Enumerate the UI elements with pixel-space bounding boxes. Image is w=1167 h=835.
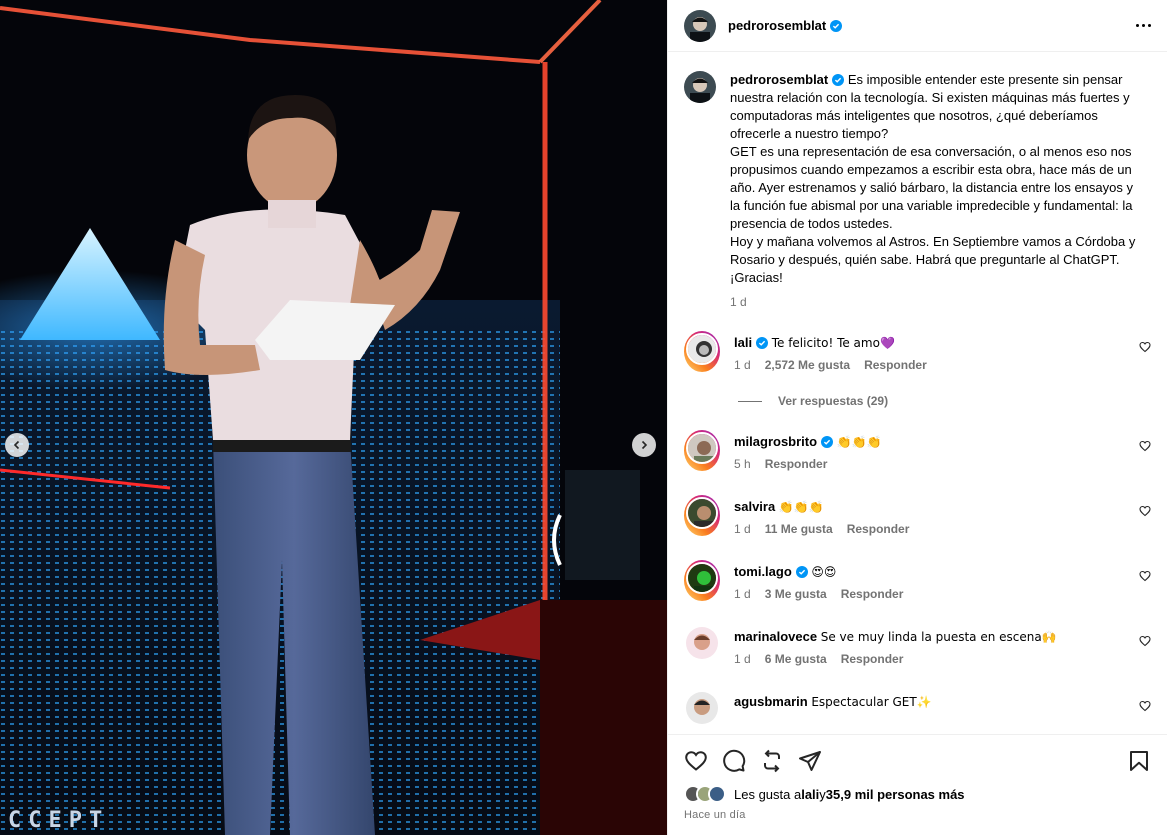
repost-icon[interactable] xyxy=(760,749,784,773)
view-replies-label: Ver respuestas (29) xyxy=(778,394,889,408)
comment-item: agusbmarin Espectacular GET✨ xyxy=(684,690,1151,726)
likes-count[interactable]: 35,9 mil personas más xyxy=(826,787,965,802)
post-actions: Les gusta a lali y 35,9 mil personas más… xyxy=(668,734,1167,821)
verified-badge-icon xyxy=(821,436,834,448)
more-options-icon[interactable] xyxy=(1136,24,1151,27)
share-icon[interactable] xyxy=(798,749,822,773)
reply-button[interactable]: Responder xyxy=(841,652,904,666)
comment-item: milagrosbrito 👏👏👏 5 h Responder xyxy=(684,430,1151,471)
comment-like-heart-icon[interactable] xyxy=(1139,341,1151,353)
likers-avatars xyxy=(684,785,726,803)
reply-button[interactable]: Responder xyxy=(841,587,904,601)
comment-time[interactable]: 1 d xyxy=(734,358,751,372)
verified-badge-icon xyxy=(830,19,843,32)
comment-item: marinalovece Se ve muy linda la puesta e… xyxy=(684,625,1151,666)
bookmark-icon[interactable] xyxy=(1127,749,1151,773)
verified-badge-icon xyxy=(832,74,845,86)
comment-icon[interactable] xyxy=(722,749,746,773)
comment-avatar[interactable] xyxy=(684,430,720,471)
author-avatar[interactable] xyxy=(684,9,716,42)
post-panel: pedrorosemblat pedrorosemblat Es imposib… xyxy=(667,0,1167,835)
heart-icon[interactable] xyxy=(684,749,708,773)
author-username[interactable]: pedrorosemblat xyxy=(728,18,826,33)
comment-time[interactable]: 1 d xyxy=(734,522,751,536)
caption-paragraph: Hoy y mañana volvemos al Astros. En Sept… xyxy=(730,234,1136,267)
comment-like-heart-icon[interactable] xyxy=(1139,700,1151,712)
likes-user[interactable]: lali xyxy=(801,787,819,802)
chevron-left-icon xyxy=(13,440,20,450)
comment-text: 👏👏👏 xyxy=(836,435,882,449)
comment-username[interactable]: agusbmarin xyxy=(734,694,808,709)
next-slide-button[interactable] xyxy=(632,433,656,457)
likes-prefix: Les gusta a xyxy=(734,786,802,802)
posted-time[interactable]: Hace un día xyxy=(684,809,1151,821)
replies-divider xyxy=(738,400,762,402)
comment-text: 😍😍 xyxy=(811,565,837,579)
comment-like-heart-icon[interactable] xyxy=(1139,440,1151,452)
post-photo xyxy=(0,0,667,835)
caption-paragraph: GET es una representación de esa convers… xyxy=(730,144,1133,231)
comment-avatar[interactable] xyxy=(684,331,720,372)
comment-time[interactable]: 1 d xyxy=(734,587,751,601)
comment-username[interactable]: milagrosbrito xyxy=(734,434,817,449)
comment-avatar[interactable] xyxy=(684,495,720,536)
comment-username[interactable]: salvira xyxy=(734,499,775,514)
comment-avatar[interactable] xyxy=(686,627,718,659)
comment-avatar[interactable] xyxy=(686,692,718,724)
previous-slide-button[interactable] xyxy=(5,433,29,457)
comment-text: Espectacular GET✨ xyxy=(811,695,932,709)
verified-badge-icon xyxy=(756,337,769,349)
comment-like-heart-icon[interactable] xyxy=(1139,505,1151,517)
caption-author-avatar[interactable] xyxy=(684,71,716,103)
comment-username[interactable]: lali xyxy=(734,335,752,350)
view-replies-button[interactable]: Ver respuestas (29) xyxy=(738,394,1151,408)
reply-button[interactable]: Responder xyxy=(847,522,910,536)
comment-item: lali Te felicito! Te amo💜 1 d 2,572 Me g… xyxy=(684,331,1151,372)
post-media[interactable]: CCEPT xyxy=(0,0,667,835)
comment-text: 👏👏👏 xyxy=(778,500,824,514)
chevron-right-icon xyxy=(641,440,648,450)
reply-button[interactable]: Responder xyxy=(864,358,927,372)
comment-item: tomi.lago 😍😍 1 d 3 Me gusta Responder xyxy=(684,560,1151,601)
comment-likes[interactable]: 11 Me gusta xyxy=(765,522,833,536)
comments-list[interactable]: pedrorosemblat Es imposible entender est… xyxy=(668,53,1167,734)
caption-username[interactable]: pedrorosemblat xyxy=(730,72,828,87)
comment-avatar[interactable] xyxy=(684,560,720,601)
comment-text: Te felicito! Te amo💜 xyxy=(771,336,895,350)
comment-like-heart-icon[interactable] xyxy=(1139,635,1151,647)
comment-like-heart-icon[interactable] xyxy=(1139,570,1151,582)
comment-text: Se ve muy linda la puesta en escena🙌 xyxy=(820,630,1057,644)
likes-summary[interactable]: Les gusta a lali y 35,9 mil personas más xyxy=(684,785,1151,803)
stage-screen-text: CCEPT xyxy=(8,808,110,833)
post-caption: pedrorosemblat Es imposible entender est… xyxy=(684,53,1151,311)
comment-time[interactable]: 1 d xyxy=(734,652,751,666)
comment-time[interactable]: 5 h xyxy=(734,457,751,471)
caption-paragraph: ¡Gracias! xyxy=(730,270,783,285)
post-header: pedrorosemblat xyxy=(668,0,1167,52)
comment-likes[interactable]: 3 Me gusta xyxy=(765,587,827,601)
reply-button[interactable]: Responder xyxy=(765,457,828,471)
caption-time[interactable]: 1 d xyxy=(730,293,1136,311)
comment-likes[interactable]: 6 Me gusta xyxy=(765,652,827,666)
comment-username[interactable]: marinalovece xyxy=(734,629,817,644)
comment-likes[interactable]: 2,572 Me gusta xyxy=(765,358,850,372)
comment-username[interactable]: tomi.lago xyxy=(734,564,792,579)
verified-badge-icon xyxy=(795,566,808,578)
comment-item: salvira 👏👏👏 1 d 11 Me gusta Responder xyxy=(684,495,1151,536)
